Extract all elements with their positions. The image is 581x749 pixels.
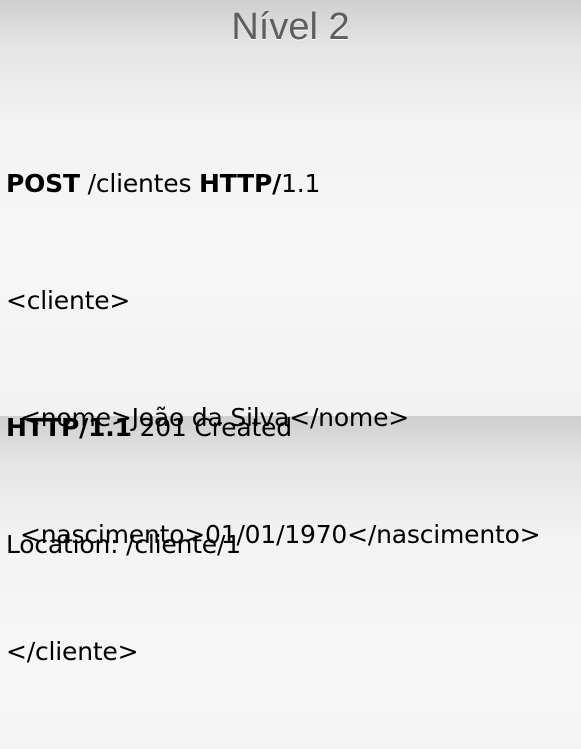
response-status-line: HTTP/1.1 201 Created xyxy=(6,408,292,447)
request-line: POST /clientes HTTP/1.1 xyxy=(6,164,540,203)
request-protocol: HTTP/ xyxy=(199,169,282,198)
response-protocol: HTTP/1.1 xyxy=(6,413,132,442)
slide: Nível 2 POST /clientes HTTP/1.1 <cliente… xyxy=(0,0,581,666)
request-path: /clientes xyxy=(79,169,200,198)
response-status: 201 Created xyxy=(131,413,292,442)
xml-cliente-open: <cliente> xyxy=(6,286,131,315)
response-location: Location: /cliente/1 xyxy=(6,530,241,559)
request-version: 1.1 xyxy=(281,169,321,198)
response-block: HTTP/1.1 201 Created Location: /cliente/… xyxy=(6,330,292,642)
http-method: POST xyxy=(6,169,80,198)
slide-title: Nível 2 xyxy=(231,6,350,48)
